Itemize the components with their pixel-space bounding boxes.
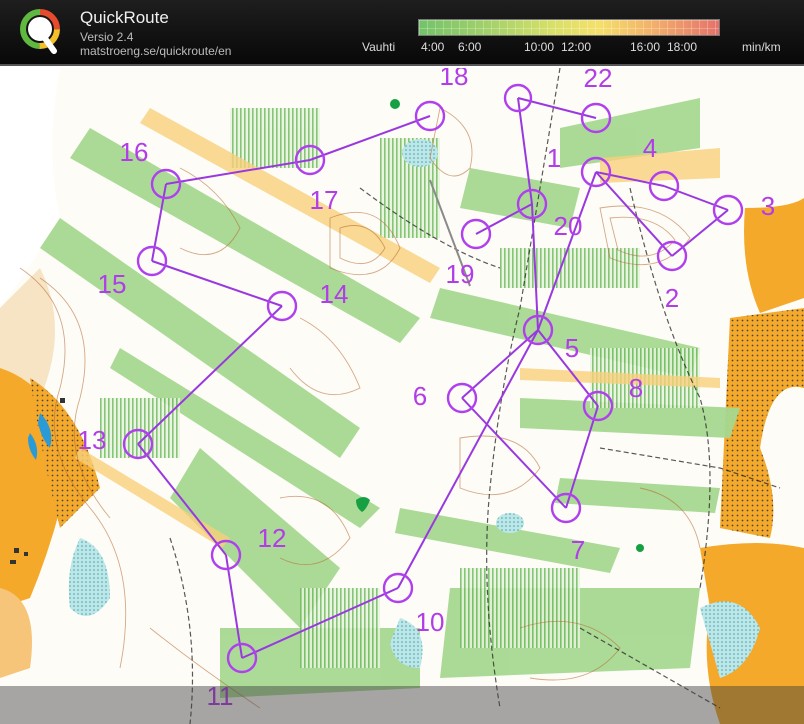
control-number: 3: [761, 191, 775, 221]
orienteering-map[interactable]: 12345678101112131415161718192022: [0, 68, 804, 724]
pace-unit-label: min/km: [742, 40, 781, 54]
control-number: 22: [584, 68, 613, 93]
control-number: 12: [258, 523, 287, 553]
control-number: 7: [571, 535, 585, 565]
control-number: 18: [440, 68, 469, 91]
control-number: 6: [413, 381, 427, 411]
control-number: 5: [565, 333, 579, 363]
bottom-overlay-strip: [0, 686, 804, 724]
control-number: 4: [643, 133, 657, 163]
pace-legend-label: Vauhti: [362, 40, 396, 54]
app-header: QuickRoute Versio 2.4 matstroeng.se/quic…: [0, 0, 804, 66]
app-url: matstroeng.se/quickroute/en: [80, 44, 232, 58]
control-number: 8: [629, 373, 643, 403]
control-number: 17: [310, 185, 339, 215]
control-number: 20: [554, 211, 583, 241]
control-number: 16: [120, 137, 149, 167]
control-number: 1: [547, 143, 561, 173]
control-number: 2: [665, 283, 679, 313]
pace-tick: 16:00: [630, 40, 661, 54]
control-number: 19: [446, 259, 475, 289]
control-number: 10: [416, 607, 445, 637]
pace-tick: 6:00: [458, 40, 482, 54]
pace-tick: 4:00: [421, 40, 445, 54]
control-number: 13: [78, 425, 107, 455]
pace-tick: 18:00: [667, 40, 698, 54]
app-title: QuickRoute: [80, 8, 169, 27]
quickroute-logo-icon: [20, 9, 60, 54]
control-number: 15: [98, 269, 127, 299]
pace-color-scale: [418, 19, 720, 36]
pace-tick: 10:00: [524, 40, 555, 54]
control-number: 14: [320, 279, 349, 309]
pace-tick: 12:00: [561, 40, 592, 54]
app-version: Versio 2.4: [80, 30, 134, 44]
